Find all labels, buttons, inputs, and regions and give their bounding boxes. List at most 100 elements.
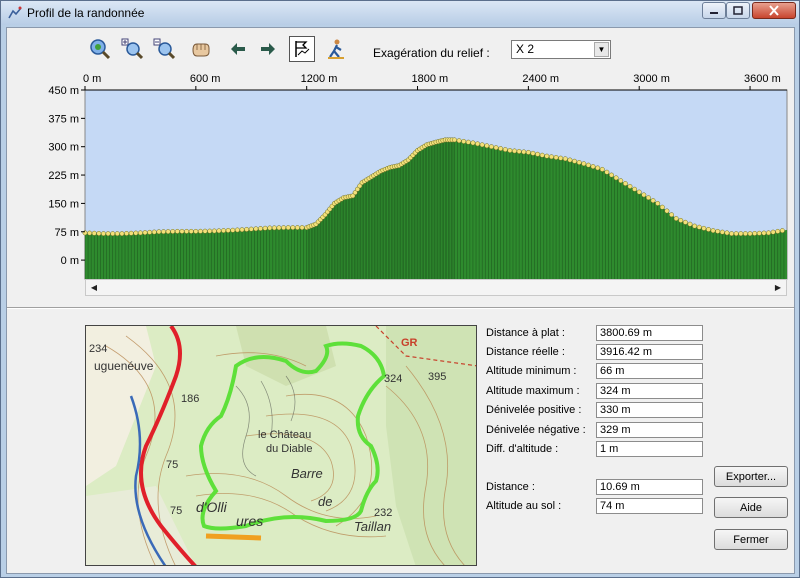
close-window-button[interactable] <box>752 2 796 19</box>
profile-point <box>549 154 554 160</box>
map-label: 324 <box>384 373 402 385</box>
profile-point <box>87 230 93 236</box>
profile-point <box>613 175 619 181</box>
profile-point <box>488 144 494 150</box>
stat-label: Diff. d'altitude : <box>486 443 559 455</box>
profile-point <box>285 225 291 231</box>
x-tick-label: 3600 m <box>744 73 781 85</box>
profile-point <box>535 151 541 157</box>
profile-point <box>590 164 596 169</box>
profile-point <box>137 230 143 236</box>
profile-point <box>678 217 684 223</box>
profile-point <box>609 172 614 178</box>
profile-point <box>747 231 753 237</box>
profile-point <box>719 229 725 235</box>
map-label: le Château <box>258 429 311 441</box>
title-bar[interactable]: Profil de la randonnée <box>1 1 799 25</box>
map-label: Barre <box>291 466 323 481</box>
profile-point <box>258 226 263 231</box>
scroll-left-icon[interactable]: ◀ <box>86 280 102 295</box>
profile-point <box>729 231 735 237</box>
map-label: 234 <box>89 343 107 355</box>
profile-point <box>262 225 268 231</box>
scroll-right-icon[interactable]: ▶ <box>770 280 786 295</box>
profile-point <box>752 231 758 236</box>
profile-point <box>479 142 485 148</box>
profile-point <box>733 231 739 237</box>
chart-horizontal-scrollbar[interactable]: ◀ ▶ <box>85 279 787 296</box>
x-tick-label: 600 m <box>190 73 221 85</box>
profile-point <box>234 227 240 233</box>
y-tick-label: 225 m <box>48 170 79 182</box>
window-title: Profil de la randonnée <box>27 6 145 20</box>
profile-point <box>119 231 125 237</box>
close-button[interactable]: Fermer <box>714 529 788 550</box>
profile-point <box>493 145 499 151</box>
profile-point <box>239 227 245 233</box>
profile-point <box>147 229 153 235</box>
topographic-map[interactable]: 234 uguenéuve 186 75 75 le Château du Di… <box>85 325 477 566</box>
export-button[interactable]: Exporter... <box>714 466 788 487</box>
minimize-button[interactable] <box>702 2 726 19</box>
profile-point <box>91 230 97 236</box>
profile-point <box>452 137 457 143</box>
stat-value: 329 m <box>596 422 703 438</box>
y-tick-label: 450 m <box>48 85 79 97</box>
profile-point <box>465 139 471 145</box>
profile-point <box>599 166 605 172</box>
profile-point <box>456 138 462 144</box>
profile-point <box>512 148 517 154</box>
map-label: 75 <box>166 459 178 471</box>
maximize-button[interactable] <box>726 2 750 19</box>
profile-point <box>207 228 213 234</box>
y-tick-label: 300 m <box>48 142 79 154</box>
x-tick-label: 0 m <box>83 73 101 85</box>
profile-point <box>253 226 259 232</box>
profile-point <box>659 204 665 210</box>
stat-label: Altitude maximum : <box>486 385 580 397</box>
profile-point <box>221 228 227 234</box>
profile-point <box>498 146 504 152</box>
profile-point <box>461 138 467 144</box>
profile-point <box>267 225 273 231</box>
profile-point <box>692 223 698 229</box>
hiker-app-icon <box>8 6 22 19</box>
profile-point <box>706 227 711 232</box>
profile-point <box>124 231 130 236</box>
elevation-profile-chart[interactable]: 450 m 375 m 300 m 225 m 150 m 75 m 0 m 0 m 600 m… <box>7 28 794 298</box>
profile-point <box>604 169 610 175</box>
profile-point <box>641 192 647 198</box>
cursor-stat-value: 10.69 m <box>596 479 703 495</box>
profile-point <box>244 226 250 232</box>
profile-point <box>484 143 490 149</box>
profile-point <box>151 229 157 235</box>
map-label: uguenéuve <box>94 359 154 373</box>
profile-point <box>627 183 633 189</box>
profile-point <box>766 230 771 236</box>
profile-point <box>202 228 208 234</box>
profile-point <box>710 228 716 234</box>
close-icon <box>769 5 779 16</box>
profile-window: Profil de la randonnée Exagération du re… <box>0 0 800 578</box>
profile-point <box>101 231 106 237</box>
cursor-stat-label: Altitude au sol : <box>486 500 562 512</box>
map-label: 395 <box>428 371 446 383</box>
window-client-area: Exagération du relief : X 2 ▼ 450 m 375 m… <box>6 27 795 574</box>
map-label: du Diable <box>266 443 312 455</box>
stat-value: 3916.42 m <box>596 344 703 360</box>
cursor-stat-value: 74 m <box>596 498 703 514</box>
profile-point <box>775 228 781 234</box>
map-drawing: 234 uguenéuve 186 75 75 le Château du Di… <box>86 326 476 565</box>
profile-point <box>567 157 573 163</box>
profile-point <box>248 226 254 232</box>
x-tick-label: 2400 m <box>522 73 559 85</box>
profile-point <box>636 189 642 195</box>
profile-point <box>216 228 222 234</box>
profile-point <box>114 231 120 237</box>
profile-point <box>756 230 762 236</box>
profile-point <box>142 230 148 236</box>
profile-point <box>655 200 661 206</box>
help-button[interactable]: Aide <box>714 497 788 518</box>
section-divider <box>7 307 794 309</box>
profile-point <box>475 141 481 147</box>
